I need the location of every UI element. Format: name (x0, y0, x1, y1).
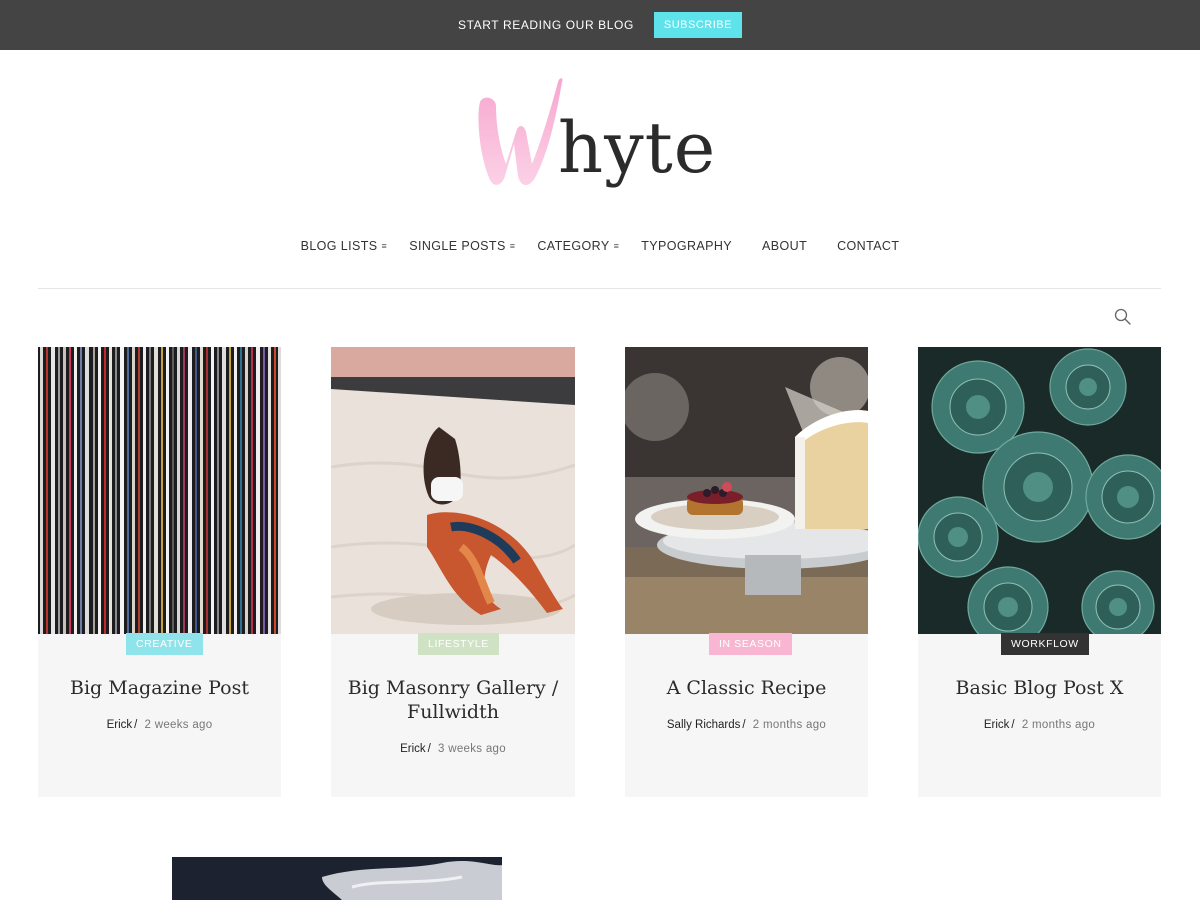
announcement-text: START READING OUR BLOG (458, 18, 634, 32)
logo-w-brushmark (478, 78, 563, 185)
category-badge-lifestyle[interactable]: LIFESTYLE (418, 633, 499, 655)
menu-lines-icon: ≡ (509, 240, 516, 251)
logo-text: hyte (558, 107, 717, 189)
post-author[interactable]: Erick (107, 719, 133, 731)
post-card[interactable]: Big Masonry Gallery / Fullwidth Erick/ 3… (331, 347, 575, 797)
nav-item-typography[interactable]: TYPOGRAPHY (641, 236, 732, 256)
post-author[interactable]: Erick (984, 719, 1010, 731)
menu-lines-icon: ≡ (613, 240, 620, 251)
site-logo[interactable]: hyte (474, 78, 734, 210)
post-card[interactable]: A Classic Recipe Sally Richards/ 2 month… (625, 347, 868, 797)
nav-item-label: BLOG LISTS (300, 239, 378, 253)
post-title[interactable]: Big Masonry Gallery / Fullwidth (331, 676, 575, 724)
header-divider (38, 288, 1161, 289)
category-badge-creative[interactable]: CREATIVE (126, 633, 203, 655)
post-title[interactable]: Basic Blog Post X (918, 676, 1161, 700)
nav-item-label: CONTACT (837, 239, 900, 253)
subscribe-button[interactable]: SUBSCRIBE (653, 12, 742, 38)
post-card[interactable]: Basic Blog Post X Erick/ 2 months ago (918, 347, 1161, 797)
search-icon[interactable] (1113, 307, 1133, 327)
nav-item-contact[interactable]: CONTACT (837, 236, 899, 256)
nav-item-label: TYPOGRAPHY (641, 239, 733, 253)
nav-item-about[interactable]: ABOUT (762, 236, 807, 256)
main-nav: BLOG LISTS ≡ SINGLE POSTS ≡ CATEGORY ≡ T… (0, 236, 1200, 256)
post-thumbnail-succulents[interactable] (918, 347, 1161, 634)
category-badge-workflow[interactable]: WORKFLOW (1001, 633, 1089, 655)
nav-item-blog-lists[interactable]: BLOG LISTS ≡ (301, 236, 388, 256)
post-author[interactable]: Erick (400, 743, 426, 755)
post-title[interactable]: Big Magazine Post (38, 676, 281, 700)
post-meta: Erick/ 2 months ago (918, 719, 1161, 731)
category-badge-in-season[interactable]: IN SEASON (709, 633, 792, 655)
post-thumbnail-beach[interactable] (331, 347, 575, 634)
announcement-bar: START READING OUR BLOG SUBSCRIBE (0, 0, 1200, 50)
meta-separator: / (427, 743, 431, 755)
post-date: 3 weeks ago (438, 743, 506, 755)
menu-lines-icon: ≡ (381, 240, 388, 251)
nav-item-label: SINGLE POSTS (409, 239, 506, 253)
meta-separator: / (1011, 719, 1015, 731)
post-date: 2 months ago (752, 719, 827, 731)
nav-item-label: CATEGORY (537, 239, 610, 253)
post-thumbnail-cake[interactable] (625, 347, 868, 634)
post-thumbnail-records[interactable] (38, 347, 281, 634)
nav-item-category[interactable]: CATEGORY ≡ (537, 236, 619, 256)
meta-separator: / (134, 719, 138, 731)
nav-item-label: ABOUT (762, 239, 808, 253)
post-meta: Sally Richards/ 2 months ago (625, 719, 868, 731)
post-title[interactable]: A Classic Recipe (625, 676, 868, 700)
post-author[interactable]: Sally Richards (667, 719, 741, 731)
post-meta: Erick/ 3 weeks ago (331, 743, 575, 755)
post-thumbnail-ocean[interactable] (172, 857, 502, 900)
nav-item-single-posts[interactable]: SINGLE POSTS ≡ (409, 236, 515, 256)
post-date: 2 weeks ago (144, 719, 213, 731)
post-meta: Erick/ 2 weeks ago (38, 719, 281, 731)
meta-separator: / (742, 719, 746, 731)
post-date: 2 months ago (1021, 719, 1096, 731)
post-card[interactable]: Big Magazine Post Erick/ 2 weeks ago (38, 347, 281, 797)
